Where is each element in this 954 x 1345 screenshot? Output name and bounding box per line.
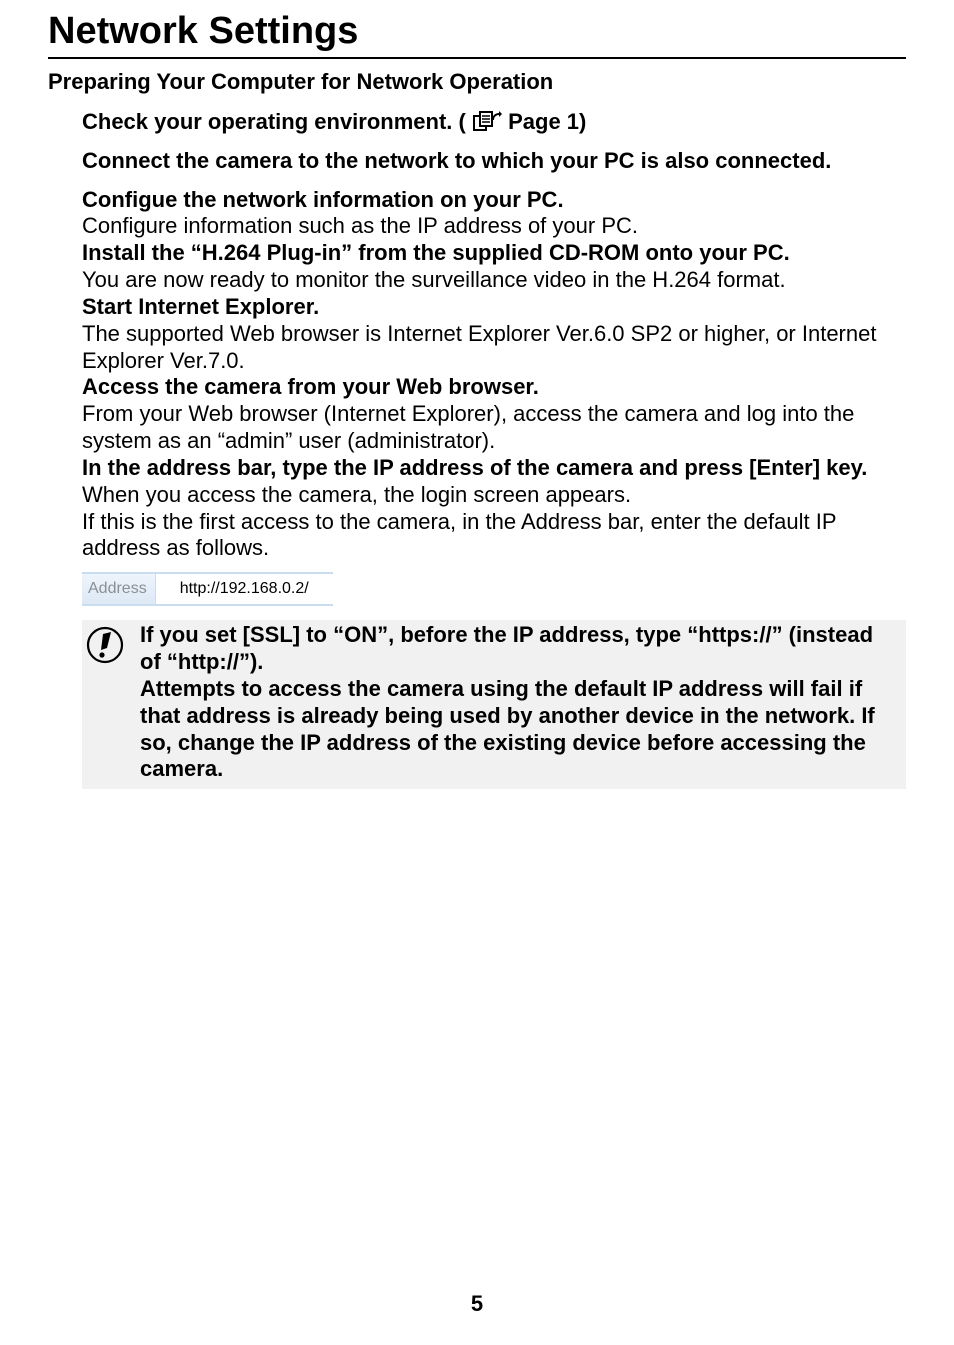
page-reference-icon [472,111,502,131]
step-configure-network-body: Configure information such as the IP add… [82,213,906,240]
address-bar-inner: Address http://192.168.0.2/ [82,572,333,606]
address-bar-url[interactable]: http://192.168.0.2/ [156,574,333,604]
page-title: Network Settings [48,10,906,53]
step-check-env: Check your operating environment. ( Page… [82,109,906,136]
content-body: Check your operating environment. ( Page… [48,109,906,789]
note-text: If you set [SSL] to “ON”, before the IP … [140,622,902,783]
title-rule [48,57,906,59]
step-access-camera-body: From your Web browser (Internet Explorer… [82,401,906,455]
step-start-ie: Start Internet Explorer. The supported W… [82,294,906,374]
step-install-plugin-head: Install the “H.264 Plug-in” from the sup… [82,240,906,267]
step-type-ip-body1: When you access the camera, the login sc… [82,482,906,509]
step-check-env-pageref: Page 1) [508,109,586,134]
step-install-plugin: Install the “H.264 Plug-in” from the sup… [82,240,906,294]
step-type-ip-body2: If this is the first access to the camer… [82,509,906,563]
step-configure-network-head: Configue the network information on your… [82,187,906,214]
note-line2: Attempts to access the camera using the … [140,676,896,783]
step-connect-camera: Connect the camera to the network to whi… [82,148,906,175]
address-bar-label: Address [82,574,156,604]
step-check-env-prefix: Check your operating environment. ( [82,109,466,134]
note-line1: If you set [SSL] to “ON”, before the IP … [140,622,896,676]
step-start-ie-body: The supported Web browser is Internet Ex… [82,321,906,375]
note-box: If you set [SSL] to “ON”, before the IP … [82,620,906,789]
step-install-plugin-body: You are now ready to monitor the surveil… [82,267,906,294]
step-type-ip-head: In the address bar, type the IP address … [82,455,906,482]
step-type-ip: In the address bar, type the IP address … [82,455,906,562]
address-bar: Address http://192.168.0.2/ [82,572,906,606]
page: Network Settings Preparing Your Computer… [0,0,954,1345]
step-configure-network: Configue the network information on your… [82,187,906,241]
step-access-camera-head: Access the camera from your Web browser. [82,374,906,401]
step-start-ie-head: Start Internet Explorer. [82,294,906,321]
caution-icon [82,622,128,664]
section-heading: Preparing Your Computer for Network Oper… [48,69,906,95]
step-access-camera: Access the camera from your Web browser.… [82,374,906,454]
page-number: 5 [0,1291,954,1317]
